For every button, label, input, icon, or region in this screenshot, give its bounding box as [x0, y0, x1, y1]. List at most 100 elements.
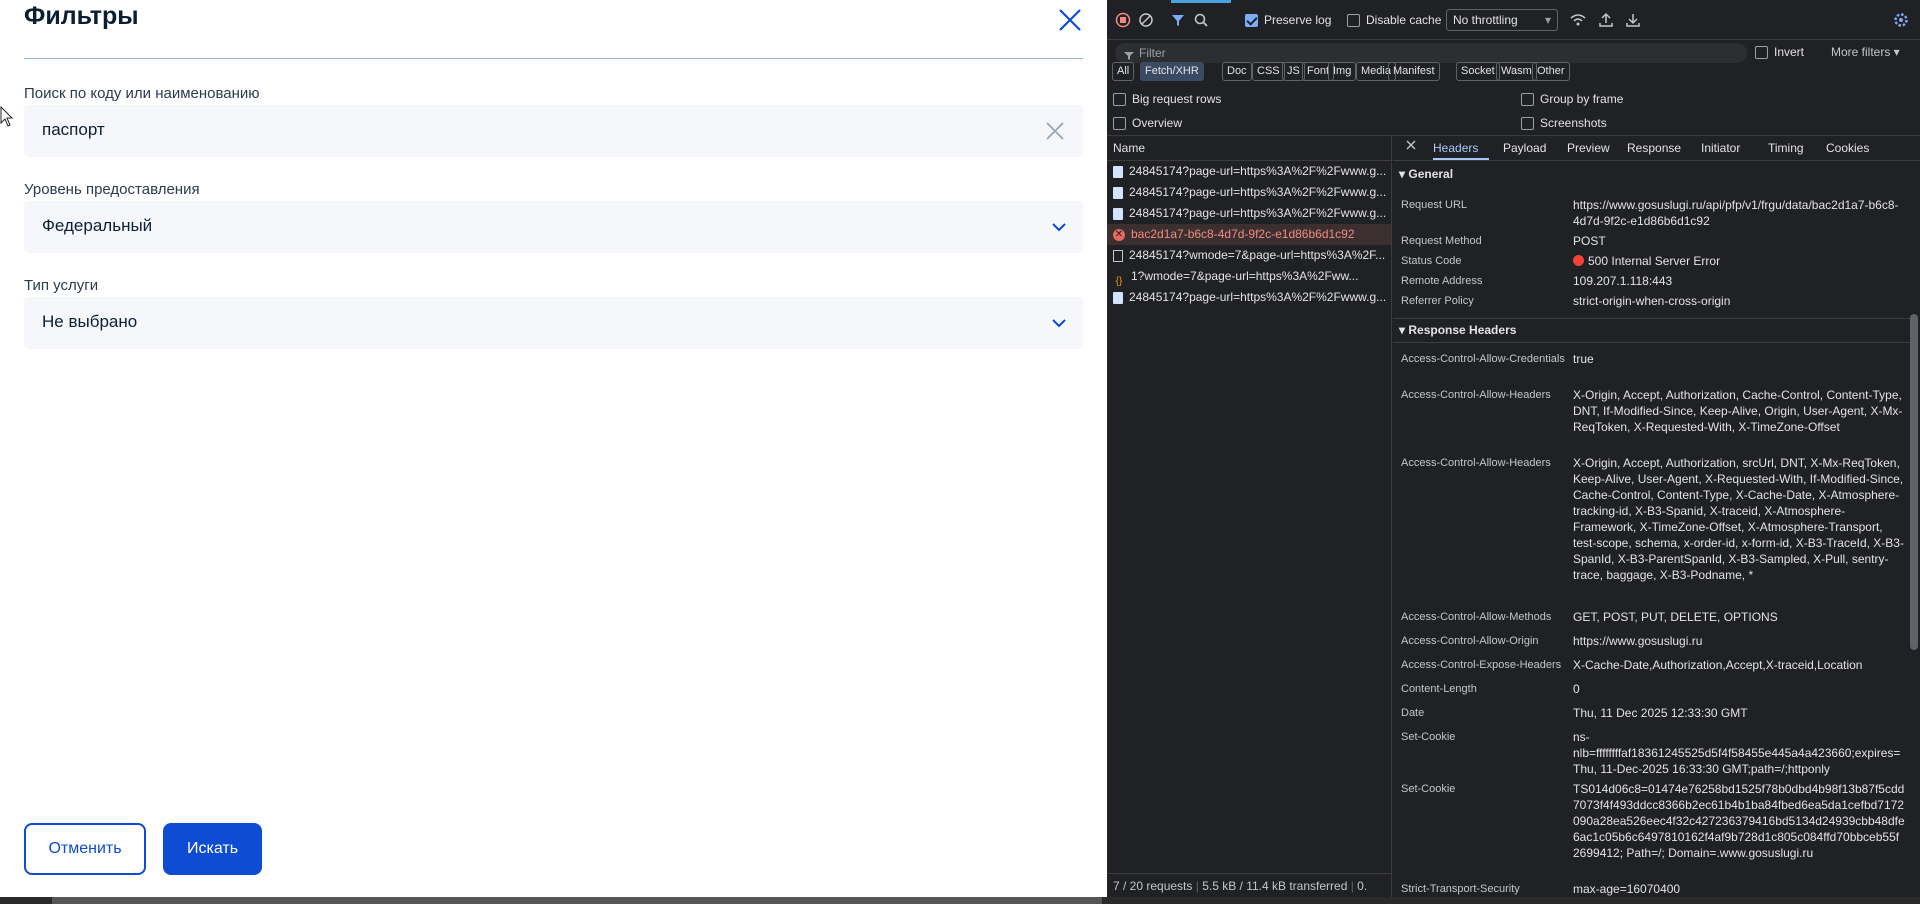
group-by-frame-label: Group by frame	[1540, 92, 1624, 106]
disable-cache-checkbox[interactable]: Disable cache	[1347, 10, 1441, 30]
close-detail-button[interactable]	[1405, 139, 1417, 154]
filter-input[interactable]: Filter	[1115, 43, 1747, 63]
response-header-value: 0	[1573, 682, 1580, 696]
filter-toggle-button[interactable]	[1170, 10, 1186, 30]
request-name: 24845174?page-url=https%3A%2F%2Fwww.g...	[1129, 290, 1387, 304]
search-label: Поиск по коду или наименованию	[24, 85, 260, 102]
screenshots-checkbox[interactable]: Screenshots	[1521, 116, 1607, 130]
import-har-button[interactable]	[1598, 10, 1614, 30]
type-filter-all[interactable]: All	[1112, 62, 1135, 81]
active-tab-indicator	[1433, 158, 1489, 160]
tab-timing[interactable]: Timing	[1768, 141, 1804, 155]
service-type-label: Тип услуги	[24, 277, 99, 294]
clear-search-button[interactable]	[1043, 119, 1067, 143]
upload-icon	[1599, 12, 1613, 27]
devtools-network-panel: Preserve log Disable cache No throttling	[1107, 0, 1920, 897]
script-icon: {}	[1115, 275, 1123, 287]
throttling-select[interactable]: No throttling	[1446, 9, 1558, 31]
general-section-header[interactable]: ▾ General	[1399, 167, 1453, 181]
general-key: Request Method	[1401, 235, 1482, 247]
request-detail-pane: Headers Payload Preview Response Initiator Ti…	[1393, 136, 1920, 897]
type-filter-img[interactable]: Img	[1328, 62, 1357, 81]
more-filters-dropdown[interactable]: More filters ▾	[1831, 45, 1900, 59]
level-value: Федеральный	[42, 216, 153, 235]
tab-initiator[interactable]: Initiator	[1701, 141, 1740, 155]
general-value: https://www.gosuslugi.ru/api/pfp/v1/frgu…	[1573, 198, 1899, 228]
type-filter-socket[interactable]: Socket	[1456, 62, 1500, 81]
tab-payload[interactable]: Payload	[1503, 141, 1546, 155]
status-error-icon	[1573, 255, 1584, 266]
close-button[interactable]	[1056, 6, 1084, 34]
title-divider	[24, 58, 1083, 59]
preserve-log-checkbox[interactable]: Preserve log	[1245, 10, 1331, 30]
type-filter-css[interactable]: CSS	[1252, 62, 1285, 81]
close-icon	[1406, 140, 1416, 150]
general-section-title: General	[1408, 167, 1454, 181]
group-by-frame-checkbox[interactable]: Group by frame	[1521, 92, 1623, 106]
cancel-button[interactable]: Отменить	[24, 823, 146, 875]
search-button[interactable]	[1193, 10, 1209, 30]
export-har-button[interactable]	[1625, 10, 1641, 30]
response-header-key: Access-Control-Expose-Headers	[1401, 659, 1562, 671]
search-value: паспорт	[42, 120, 105, 139]
screenshots-label: Screenshots	[1540, 116, 1607, 130]
status-extra: 0.	[1357, 879, 1368, 893]
settings-button[interactable]	[1893, 10, 1909, 30]
section-divider	[1393, 318, 1913, 319]
request-list: Name 24845174?page-url=https%3A%2F%2Fwww…	[1107, 136, 1392, 897]
request-name: 24845174?page-url=https%3A%2F%2Fwww.g...	[1129, 164, 1387, 178]
clear-button[interactable]	[1138, 10, 1154, 30]
tab-response[interactable]: Response	[1627, 141, 1681, 155]
taskbar-strip	[0, 897, 1920, 904]
tab-cookies[interactable]: Cookies	[1826, 141, 1869, 155]
type-filter-fetchxhr[interactable]: Fetch/XHR	[1140, 62, 1204, 81]
big-request-rows-label: Big request rows	[1132, 92, 1222, 106]
overview-checkbox[interactable]: Overview	[1113, 116, 1182, 130]
response-headers-section-header[interactable]: ▾ Response Headers	[1399, 323, 1516, 337]
search-icon	[1194, 13, 1208, 27]
service-type-select[interactable]: Не выбрано	[24, 297, 1083, 349]
tab-headers[interactable]: Headers	[1433, 141, 1478, 155]
error-icon: ✕	[1113, 228, 1125, 241]
big-request-rows-checkbox[interactable]: Big request rows	[1113, 92, 1221, 106]
type-filter-manifest[interactable]: Manifest	[1388, 62, 1440, 81]
request-row[interactable]: 24845174?page-url=https%3A%2F%2Fwww.g...	[1107, 287, 1391, 308]
request-count: 7 / 20 requests	[1113, 879, 1193, 893]
response-header-key: Access-Control-Allow-Origin	[1401, 635, 1539, 647]
doc-icon	[1113, 165, 1123, 178]
tab-preview[interactable]: Preview	[1567, 141, 1610, 155]
record-button[interactable]	[1115, 10, 1131, 30]
type-filter-doc[interactable]: Doc	[1222, 62, 1252, 81]
request-name: bac2d1a7-b6c8-4d7d-9f2c-e1d86b6d1c92	[1131, 227, 1355, 241]
network-conditions-button[interactable]	[1569, 10, 1587, 30]
search-button[interactable]: Искать	[163, 823, 262, 875]
scrollbar-thumb[interactable]	[1910, 314, 1918, 650]
request-row[interactable]: 24845174?page-url=https%3A%2F%2Fwww.g...	[1107, 182, 1391, 203]
search-input[interactable]: паспорт	[24, 105, 1083, 157]
preserve-log-label: Preserve log	[1264, 13, 1332, 27]
mouse-cursor-icon	[0, 105, 14, 128]
section-divider	[1393, 342, 1913, 343]
response-header-value: max-age=16070400	[1573, 882, 1681, 896]
checkbox-icon	[1521, 92, 1534, 106]
level-select[interactable]: Федеральный	[24, 201, 1083, 253]
invert-checkbox[interactable]: Invert	[1755, 45, 1804, 59]
overview-label: Overview	[1132, 116, 1183, 130]
invert-label: Invert	[1774, 45, 1805, 59]
chevron-down-icon	[1051, 219, 1067, 235]
type-filter-other[interactable]: Other	[1532, 62, 1570, 81]
checkbox-checked-icon	[1245, 13, 1258, 27]
gear-icon	[1894, 13, 1908, 27]
checkbox-icon	[1113, 116, 1126, 130]
request-row[interactable]: 24845174?wmode=7&page-url=https%3A%2F...	[1107, 245, 1391, 266]
request-row[interactable]: 24845174?page-url=https%3A%2F%2Fwww.g...	[1107, 203, 1391, 224]
type-filter-wasm[interactable]: Wasm	[1496, 62, 1537, 81]
name-column-header[interactable]: Name	[1107, 136, 1391, 161]
request-row[interactable]: {} 1?wmode=7&page-url=https%3A%2Fww...	[1107, 266, 1391, 287]
request-row[interactable]: ✕ bac2d1a7-b6c8-4d7d-9f2c-e1d86b6d1c92	[1107, 224, 1391, 245]
taskbar-segment	[52, 897, 1102, 904]
response-header-value: https://www.gosuslugi.ru	[1573, 634, 1703, 648]
request-name: 24845174?page-url=https%3A%2F%2Fwww.g...	[1129, 206, 1387, 220]
filter-icon	[1172, 15, 1184, 26]
request-row[interactable]: 24845174?page-url=https%3A%2F%2Fwww.g...	[1107, 161, 1391, 182]
